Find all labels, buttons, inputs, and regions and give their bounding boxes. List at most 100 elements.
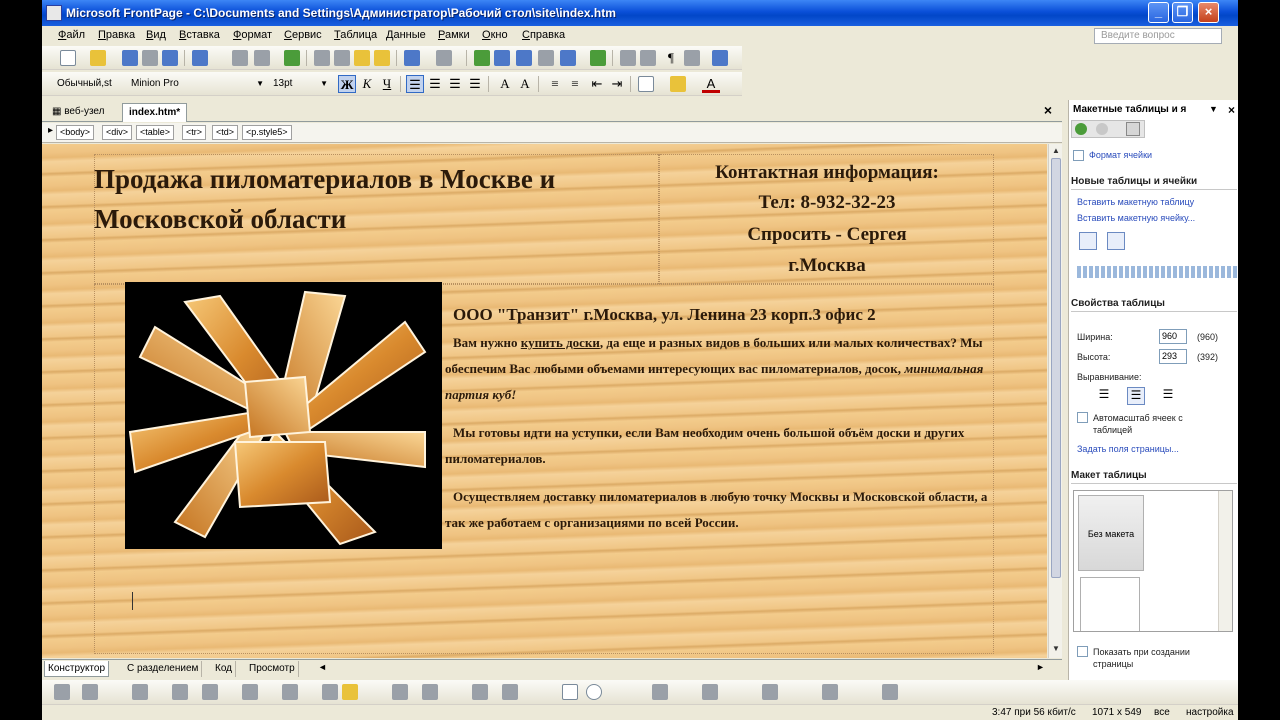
tab-split[interactable]: С разделением — [124, 661, 203, 677]
stop-icon[interactable] — [640, 50, 656, 66]
font-color-icon[interactable]: A — [702, 75, 720, 93]
menu-tools[interactable]: Сервис — [284, 29, 322, 41]
contact-ask[interactable]: Спросить - Сергея — [662, 224, 992, 246]
tab-index[interactable]: index.htm* — [122, 103, 188, 122]
crop-icon[interactable] — [172, 684, 188, 700]
numbered-list-icon[interactable]: ≡ — [546, 75, 564, 93]
increase-indent-icon[interactable]: ⇥ — [608, 75, 626, 93]
align-left-icon[interactable]: ☰ — [1095, 387, 1113, 405]
forward-icon[interactable] — [1096, 123, 1108, 135]
insert-layout-cell-link[interactable]: Вставить макетную ячейку... — [1077, 213, 1195, 223]
oval-tool-icon[interactable] — [586, 684, 602, 700]
cell-format-link[interactable]: Формат ячейки — [1089, 150, 1152, 160]
decrease-font-icon[interactable]: A — [516, 75, 534, 93]
draw-cell-icon[interactable] — [1107, 232, 1125, 250]
increase-font-icon[interactable]: A — [496, 75, 514, 93]
draw-table-icon[interactable] — [1079, 232, 1097, 250]
highlight-icon[interactable] — [670, 76, 686, 92]
height-input[interactable]: 293 — [1159, 349, 1187, 364]
menu-data[interactable]: Данные — [386, 29, 426, 41]
font-select[interactable]: Minion Pro ▼ — [128, 75, 266, 93]
help-icon[interactable] — [712, 50, 728, 66]
rotate-icon[interactable] — [202, 684, 218, 700]
spelling-icon[interactable] — [284, 50, 300, 66]
web-component-icon[interactable] — [474, 50, 490, 66]
select-objects-icon[interactable] — [652, 684, 668, 700]
insert-table-icon[interactable] — [494, 50, 510, 66]
lumber-image[interactable] — [125, 282, 442, 549]
tab-website[interactable]: ▦ веб-узел — [46, 103, 110, 122]
paste-icon[interactable] — [354, 50, 370, 66]
align-right-icon[interactable]: ☰ — [1159, 387, 1177, 405]
align-right-icon[interactable]: ☰ — [446, 75, 464, 93]
contact-phone[interactable]: Тел: 8-932-32-23 — [662, 192, 992, 214]
toggle-pane-icon[interactable] — [192, 50, 208, 66]
menu-file[interactable]: Файл — [58, 29, 85, 41]
tag-body[interactable]: <body> — [56, 125, 95, 140]
close-icon[interactable]: × — [1044, 102, 1052, 118]
italic-button[interactable]: К — [358, 75, 376, 93]
vertical-scrollbar[interactable]: ▲ ▼ — [1048, 144, 1062, 658]
chevron-down-icon[interactable]: ▼ — [1209, 104, 1218, 114]
menu-help[interactable]: Справка — [522, 29, 565, 41]
tag-p-style5[interactable]: <p.style5> — [242, 125, 292, 140]
search-icon[interactable] — [142, 50, 158, 66]
home-icon[interactable] — [1126, 122, 1140, 136]
tag-tr[interactable]: <tr> — [182, 125, 207, 140]
scroll-down-icon[interactable]: ▼ — [1052, 644, 1060, 653]
maximize-button[interactable]: ❐ — [1172, 2, 1193, 23]
print-icon[interactable] — [232, 50, 248, 66]
insert-layer-icon[interactable] — [516, 50, 532, 66]
page-text-body[interactable]: ООО "Транзит" г.Москва, ул. Ленина 23 ко… — [445, 302, 1005, 548]
tag-div[interactable]: <div> — [102, 125, 133, 140]
shapes-icon[interactable] — [702, 684, 718, 700]
anchor-icon[interactable] — [684, 50, 700, 66]
width-input[interactable]: 960 — [1159, 329, 1187, 344]
align-center-icon[interactable]: ☰ — [1127, 387, 1145, 405]
align-left-icon[interactable]: ☰ — [406, 75, 424, 93]
layout-option[interactable] — [1080, 577, 1140, 631]
table-layout-list[interactable]: Без макета — [1073, 490, 1233, 632]
shapes-icon[interactable] — [882, 684, 898, 700]
tag-table[interactable]: <table> — [136, 125, 175, 140]
new-page-icon[interactable] — [60, 50, 76, 66]
browser-mode[interactable]: все — [1154, 707, 1170, 718]
shapes-icon[interactable] — [822, 684, 838, 700]
menu-format[interactable]: Формат — [233, 29, 272, 41]
image-tool-icon[interactable] — [472, 684, 488, 700]
save-icon[interactable] — [122, 50, 138, 66]
bullet-list-icon[interactable]: ≡ — [566, 75, 584, 93]
menu-edit[interactable]: Правка — [98, 29, 135, 41]
tab-preview[interactable]: Просмотр — [246, 661, 299, 677]
buy-boards-link[interactable]: купить доски — [521, 335, 600, 350]
cut-icon[interactable] — [314, 50, 330, 66]
close-button[interactable]: × — [1198, 2, 1219, 23]
layout-list-scrollbar[interactable] — [1218, 491, 1232, 631]
settings-label[interactable]: настройка — [1186, 707, 1234, 718]
menu-view[interactable]: Вид — [146, 29, 166, 41]
bold-button[interactable]: Ж — [338, 75, 356, 93]
autoscale-checkbox[interactable] — [1077, 412, 1088, 423]
menu-insert[interactable]: Вставка — [179, 29, 220, 41]
tab-code[interactable]: Код — [212, 661, 237, 677]
minimize-button[interactable]: _ — [1148, 2, 1169, 23]
insert-layout-table-link[interactable]: Вставить макетную таблицу — [1077, 197, 1194, 207]
align-center-icon[interactable]: ☰ — [426, 75, 444, 93]
tag-td[interactable]: <td> — [212, 125, 239, 140]
redo-icon[interactable] — [436, 50, 452, 66]
font-size-select[interactable]: 13pt ▼ — [270, 75, 330, 93]
back-icon[interactable] — [1075, 123, 1087, 135]
publish-icon[interactable] — [162, 50, 178, 66]
line-tool-icon[interactable] — [392, 684, 408, 700]
scroll-right-icon[interactable]: ► — [1036, 662, 1045, 672]
preview-icon[interactable] — [254, 50, 270, 66]
brightness-icon[interactable] — [282, 684, 298, 700]
menu-table[interactable]: Таблица — [334, 29, 377, 41]
hyperlink-icon[interactable] — [590, 50, 606, 66]
tab-design[interactable]: Конструктор — [44, 661, 110, 677]
task-pane-close-icon[interactable]: × — [1228, 103, 1235, 117]
page-canvas[interactable]: Продажа пиломатериалов в Москве и Москов… — [42, 144, 1047, 658]
shapes-icon[interactable] — [762, 684, 778, 700]
show-on-create-checkbox[interactable] — [1077, 646, 1088, 657]
rectangle-tool-icon[interactable] — [562, 684, 578, 700]
